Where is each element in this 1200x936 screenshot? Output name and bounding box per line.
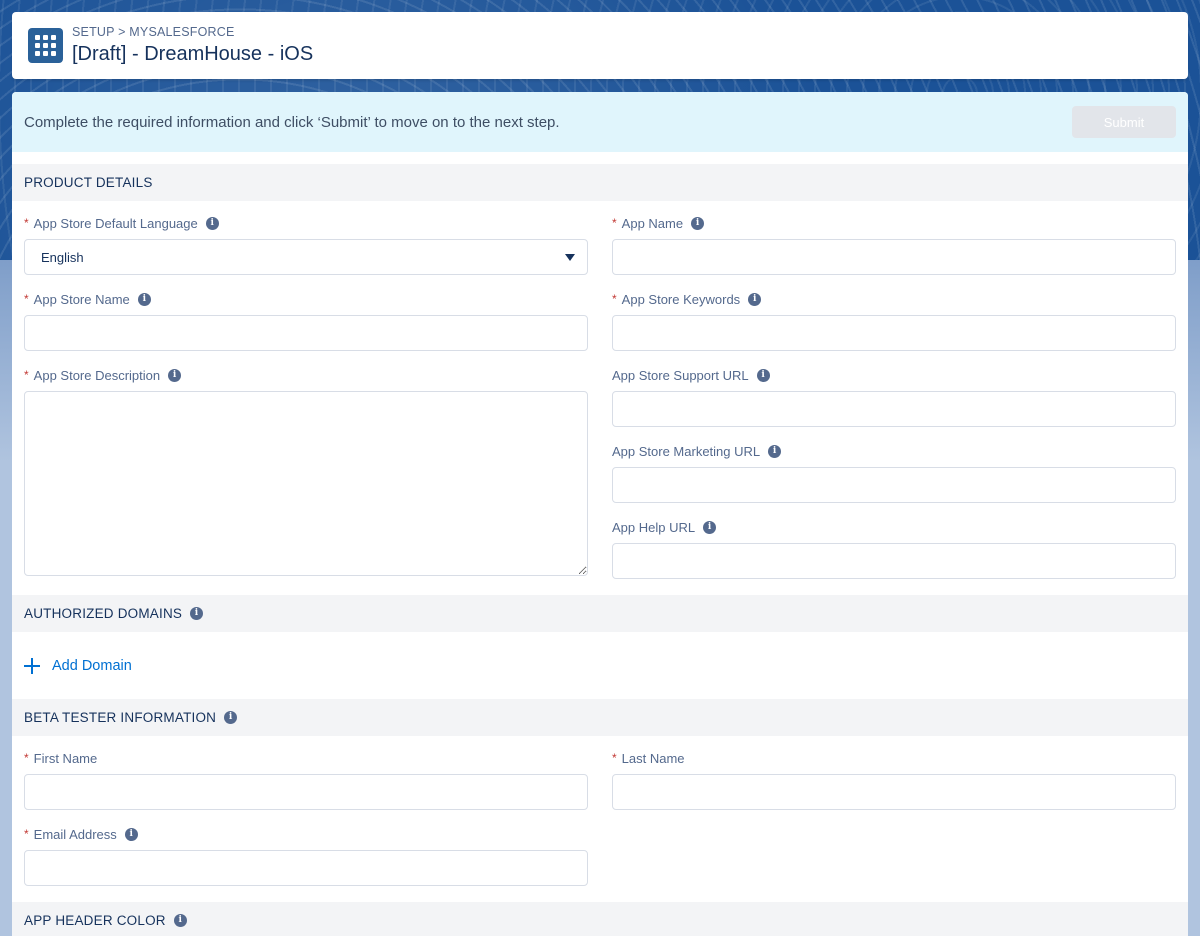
required-marker: *	[612, 751, 617, 765]
info-icon[interactable]: i	[137, 292, 151, 306]
info-banner: Complete the required information and cl…	[12, 92, 1188, 152]
field-label: First Name	[33, 750, 98, 766]
info-icon[interactable]: i	[691, 216, 705, 230]
field-label: App Store Support URL	[612, 367, 749, 383]
app-launcher-grid-icon[interactable]	[28, 28, 63, 63]
breadcrumb: SETUP > MYSALESFORCE	[72, 25, 235, 39]
section-app-header-color: APP HEADER COLOR i	[12, 902, 1188, 936]
field-store-name: * App Store Name i	[24, 289, 588, 351]
info-icon[interactable]: i	[703, 520, 717, 534]
submit-button[interactable]: Submit	[1072, 106, 1176, 138]
field-label: App Store Description	[33, 367, 161, 383]
form-column-left: * App Store Default Language i English *…	[24, 213, 588, 595]
store-name-input[interactable]	[24, 315, 588, 351]
last-name-input[interactable]	[612, 774, 1176, 810]
required-marker: *	[612, 292, 617, 306]
page-title: [Draft] - DreamHouse - iOS	[72, 43, 314, 65]
field-label: App Help URL	[612, 519, 696, 535]
field-label: Email Address	[33, 826, 117, 842]
field-last-name: * Last Name	[612, 748, 1176, 810]
add-domain-label: Add Domain	[52, 657, 132, 674]
info-icon[interactable]: i	[190, 607, 204, 620]
form-column-left: * First Name * Email Address i	[24, 748, 588, 902]
info-icon[interactable]: i	[756, 368, 770, 382]
required-marker: *	[612, 216, 617, 230]
field-app-name: * App Name i	[612, 213, 1176, 275]
info-icon[interactable]: i	[768, 444, 782, 458]
product-details-form: * App Store Default Language i English *…	[12, 201, 1188, 595]
field-support-url: App Store Support URL i	[612, 365, 1176, 427]
field-label: App Name	[621, 215, 684, 231]
beta-tester-form: * First Name * Email Address i * Last Na…	[12, 736, 1188, 902]
section-beta-tester: BETA TESTER INFORMATION i	[12, 699, 1188, 736]
selected-value: English	[41, 249, 84, 265]
field-label: App Store Name	[33, 291, 130, 307]
app-name-input[interactable]	[612, 239, 1176, 275]
section-title: AUTHORIZED DOMAINS	[24, 606, 183, 621]
info-icon[interactable]: i	[173, 914, 187, 927]
keywords-input[interactable]	[612, 315, 1176, 351]
add-domain-button[interactable]: Add Domain	[24, 657, 132, 674]
section-product-details: PRODUCT DETAILS	[12, 164, 1188, 201]
banner-message: Complete the required information and cl…	[24, 113, 560, 131]
main-panel: Complete the required information and cl…	[12, 92, 1188, 936]
field-email: * Email Address i	[24, 824, 588, 886]
section-title: BETA TESTER INFORMATION	[24, 710, 217, 725]
email-input[interactable]	[24, 850, 588, 886]
field-description: * App Store Description i	[24, 365, 588, 576]
field-help-url: App Help URL i	[612, 517, 1176, 579]
required-marker: *	[24, 827, 29, 841]
required-marker: *	[24, 292, 29, 306]
first-name-input[interactable]	[24, 774, 588, 810]
field-label: App Store Marketing URL	[612, 443, 761, 459]
field-keywords: * App Store Keywords i	[612, 289, 1176, 351]
section-authorized-domains: AUTHORIZED DOMAINS i	[12, 595, 1188, 632]
header-text: SETUP > MYSALESFORCE [Draft] - DreamHous…	[72, 24, 313, 67]
description-textarea[interactable]	[24, 391, 588, 576]
plus-icon	[24, 657, 40, 674]
form-column-right: * App Name i * App Store Keywords i App …	[612, 213, 1176, 595]
form-column-right: * Last Name	[612, 748, 1176, 902]
field-label: App Store Keywords	[621, 291, 741, 307]
required-marker: *	[24, 368, 29, 382]
field-default-language: * App Store Default Language i English	[24, 213, 588, 275]
info-icon[interactable]: i	[748, 292, 762, 306]
field-label: App Store Default Language	[33, 215, 198, 231]
marketing-url-input[interactable]	[612, 467, 1176, 503]
help-url-input[interactable]	[612, 543, 1176, 579]
info-icon[interactable]: i	[205, 216, 219, 230]
page-header: SETUP > MYSALESFORCE [Draft] - DreamHous…	[12, 12, 1188, 79]
field-first-name: * First Name	[24, 748, 588, 810]
support-url-input[interactable]	[612, 391, 1176, 427]
field-label: Last Name	[621, 750, 685, 766]
section-title: PRODUCT DETAILS	[24, 175, 153, 190]
required-marker: *	[24, 216, 29, 230]
info-icon[interactable]: i	[168, 368, 182, 382]
section-title: APP HEADER COLOR	[24, 913, 166, 928]
info-icon[interactable]: i	[224, 711, 238, 724]
add-domain-row: Add Domain	[12, 632, 1188, 699]
default-language-select[interactable]: English	[24, 239, 588, 275]
required-marker: *	[24, 751, 29, 765]
caret-down-icon	[565, 253, 575, 261]
info-icon[interactable]: i	[124, 827, 138, 841]
field-marketing-url: App Store Marketing URL i	[612, 441, 1176, 503]
